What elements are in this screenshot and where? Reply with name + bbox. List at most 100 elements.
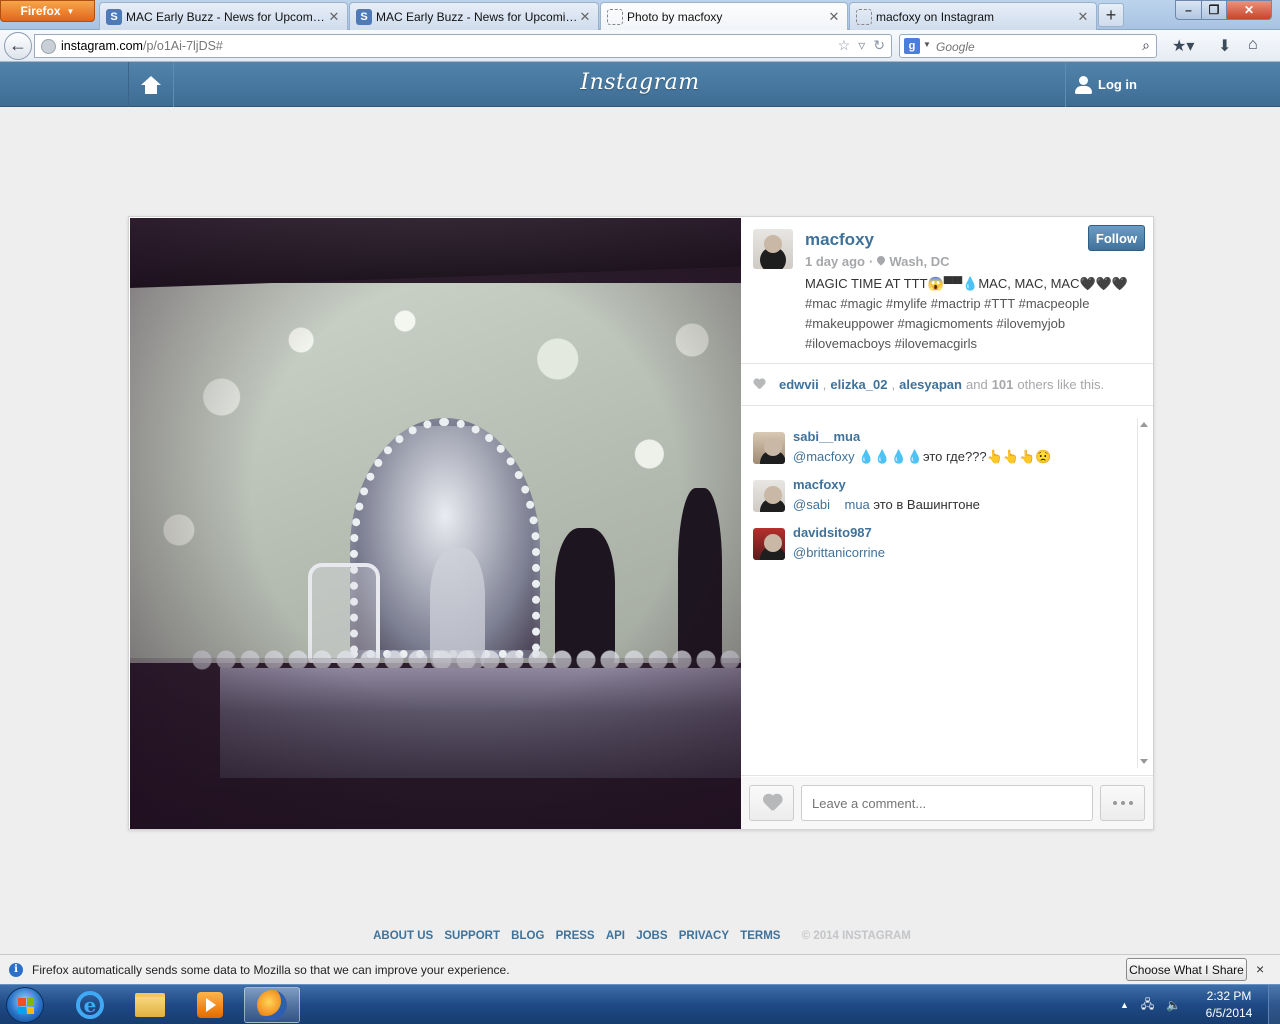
dot-icon	[1128, 801, 1133, 805]
blank-page-icon	[607, 8, 623, 25]
liker-link[interactable]: elizka_02	[830, 377, 887, 392]
likes-tail: others like this.	[1017, 377, 1105, 392]
firefox-icon	[257, 990, 287, 1020]
comment-username[interactable]: davidsito987	[793, 525, 872, 540]
tab-close-icon[interactable]: ✕	[578, 9, 592, 25]
user-icon	[1074, 75, 1092, 95]
footer-link-api[interactable]: API	[606, 930, 625, 942]
post-location[interactable]: Wash, DC	[889, 254, 949, 269]
login-button[interactable]: Log in	[1065, 62, 1151, 107]
footer-link-press[interactable]: PRESS	[556, 930, 595, 942]
bookmark-star-icon[interactable]: ☆	[838, 37, 851, 54]
avatar[interactable]	[753, 432, 785, 464]
tab-title: MAC Early Buzz - News for Upcomin...	[126, 9, 327, 24]
tab-close-icon[interactable]: ✕	[327, 9, 341, 25]
comment-mention[interactable]: @sabi mua	[793, 497, 870, 512]
tab-close-icon[interactable]: ✕	[827, 9, 841, 25]
comment-input[interactable]	[801, 785, 1093, 821]
taskbar-firefox[interactable]	[244, 987, 300, 1023]
follow-button[interactable]: Follow	[1088, 225, 1145, 251]
post-username[interactable]: macfoxy	[805, 230, 874, 250]
dot-icon	[1112, 801, 1117, 805]
comment-mention[interactable]: @macfoxy	[793, 449, 855, 464]
tab-close-icon[interactable]: ✕	[1076, 9, 1090, 25]
browser-tab[interactable]: S MAC Early Buzz - News for Upcomin... ✕	[349, 2, 599, 30]
chevron-down-icon[interactable]: ▼	[923, 40, 931, 49]
taskbar-ie[interactable]: e	[62, 987, 118, 1023]
taskbar-media-player[interactable]	[182, 987, 238, 1023]
minimize-window-button[interactable]: –	[1175, 0, 1202, 20]
browser-tab[interactable]: S MAC Early Buzz - News for Upcomin... ✕	[99, 2, 348, 30]
chevron-down-icon: ▼	[66, 6, 75, 16]
footer-link-about[interactable]: ABOUT US	[373, 930, 433, 942]
like-button[interactable]	[749, 785, 794, 821]
address-bar[interactable]: instagram.com/p/o1Ai-7ljDS# ☆ ▿ ↻	[34, 34, 892, 58]
post-caption: MAGIC TIME AT TTT😱▀▀💧MAC, MAC, MAC🖤🖤🖤 #m…	[805, 274, 1141, 354]
taskbar-explorer[interactable]	[122, 987, 178, 1023]
tab-title: macfoxy on Instagram	[876, 9, 995, 24]
instagram-logo[interactable]: Instagram	[540, 70, 740, 95]
show-hidden-icons-icon[interactable]: ▲	[1120, 1000, 1129, 1010]
footer-link-jobs[interactable]: JOBS	[636, 930, 667, 942]
likes-and: and	[965, 377, 988, 392]
comments-scrollbar[interactable]	[1137, 418, 1149, 768]
footer-link-support[interactable]: SUPPORT	[444, 930, 500, 942]
avatar[interactable]	[753, 229, 793, 269]
maximize-window-button[interactable]: ❐	[1201, 0, 1227, 20]
google-icon[interactable]: g	[904, 38, 920, 54]
browser-tab-active[interactable]: Photo by macfoxy ✕	[600, 2, 848, 30]
post-photo[interactable]	[130, 218, 741, 829]
footer-link-terms[interactable]: TERMS	[740, 930, 780, 942]
downloads-icon[interactable]: ⬇	[1218, 36, 1231, 56]
more-options-button[interactable]	[1100, 785, 1145, 821]
comment-text: @sabi mua это в Вашингтоне	[793, 497, 980, 512]
search-icon[interactable]: ⌕	[1142, 37, 1150, 54]
new-tab-button[interactable]: +	[1098, 3, 1124, 27]
house-icon	[141, 75, 161, 94]
caption-hashtags[interactable]: #mac #magic #mylife #mactrip #TTT #macpe…	[805, 296, 1089, 351]
close-window-button[interactable]: ✕	[1226, 0, 1272, 20]
comment-item: davidsito987 @brittanicorrine	[753, 525, 1133, 565]
reload-icon[interactable]: ↻	[873, 37, 885, 54]
bookmarks-menu-icon[interactable]: ★▾	[1172, 36, 1194, 56]
network-icon[interactable]: 🖧	[1141, 995, 1154, 1016]
avatar[interactable]	[753, 480, 785, 512]
footer-link-blog[interactable]: BLOG	[511, 930, 544, 942]
home-icon[interactable]: ⌂	[1248, 36, 1258, 54]
scroll-down-icon[interactable]	[1140, 759, 1148, 764]
post-time[interactable]: 1 day ago	[805, 254, 865, 269]
footer-link-privacy[interactable]: PRIVACY	[679, 930, 729, 942]
search-input[interactable]	[936, 40, 1126, 54]
comment-body: 💧💧💧💧это где???👆👆👆😟	[858, 449, 1052, 464]
show-desktop-button[interactable]	[1268, 985, 1280, 1024]
comment-username[interactable]: macfoxy	[793, 477, 846, 492]
site-favicon-icon: S	[106, 8, 122, 25]
volume-icon[interactable]: 🔈	[1166, 998, 1181, 1012]
instagram-header: Instagram Log in	[0, 62, 1280, 107]
media-player-icon	[197, 992, 223, 1018]
back-arrow-icon[interactable]: ←	[4, 32, 32, 60]
search-bar[interactable]: g ▼ ⌕	[899, 34, 1157, 58]
likes-count[interactable]: 101	[992, 377, 1014, 392]
choose-what-i-share-button[interactable]: Choose What I Share	[1126, 958, 1247, 981]
tab-title: Photo by macfoxy	[627, 9, 723, 24]
system-clock[interactable]: 2:32 PM 6/5/2014	[1198, 988, 1260, 1022]
close-icon[interactable]: ×	[1256, 961, 1264, 977]
comment-text: @brittanicorrine	[793, 545, 885, 560]
url-text[interactable]: instagram.com/p/o1Ai-7ljDS#	[61, 39, 223, 53]
firefox-menu-button[interactable]: Firefox ▼	[0, 0, 95, 22]
avatar[interactable]	[753, 528, 785, 560]
blank-page-icon	[856, 8, 872, 25]
liker-link[interactable]: edwvii	[779, 377, 819, 392]
windows-taskbar: e ▲ 🖧 🔈 2:32 PM 6/5/2014	[0, 984, 1280, 1024]
history-dropdown-icon[interactable]: ▿	[858, 37, 865, 54]
scroll-up-icon[interactable]	[1140, 422, 1148, 427]
comment-username[interactable]: sabi__mua	[793, 429, 860, 444]
home-button[interactable]	[128, 62, 174, 107]
liker-link[interactable]: alesyapan	[899, 377, 962, 392]
comment-mention[interactable]: @brittanicorrine	[793, 545, 885, 560]
start-button[interactable]	[6, 987, 44, 1023]
post-meta: 1 day ago · Wash, DC	[805, 254, 950, 269]
comment-text: @macfoxy 💧💧💧💧это где???👆👆👆😟	[793, 449, 1051, 465]
browser-tab[interactable]: macfoxy on Instagram ✕	[849, 2, 1097, 30]
